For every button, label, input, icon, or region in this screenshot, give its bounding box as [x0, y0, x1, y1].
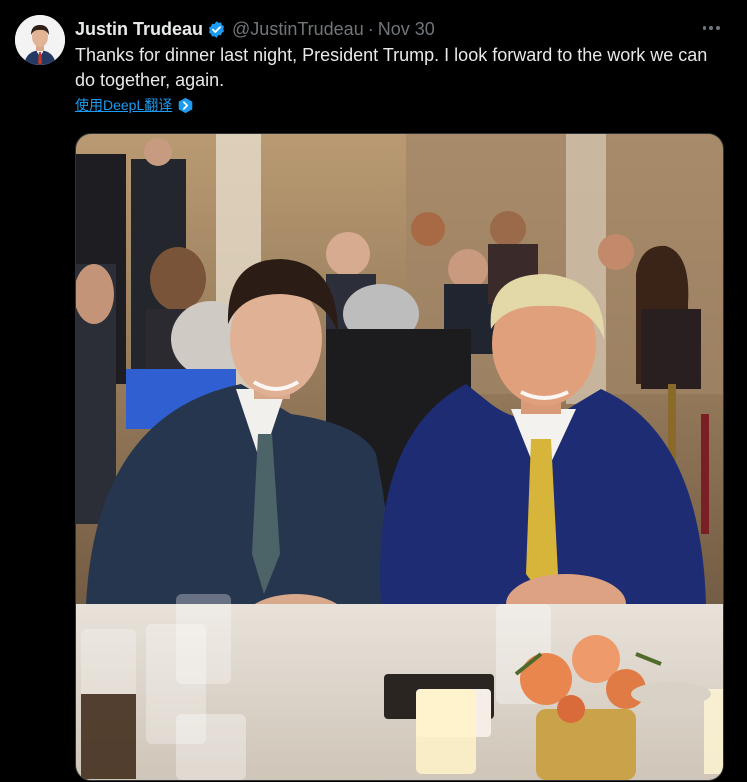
dinner-photo-image: [76, 134, 723, 780]
tweet-text: Thanks for dinner last night, President …: [75, 45, 708, 90]
header-separator: ·: [367, 18, 374, 39]
deepl-icon[interactable]: [177, 97, 194, 114]
more-options-icon[interactable]: [701, 18, 721, 38]
tweet-header: Justin Trudeau @JustinTrudeau · Nov 30: [75, 17, 727, 41]
avatar-image: [15, 15, 65, 65]
tweet-photo[interactable]: [75, 133, 724, 781]
translate-row: 使用DeepL翻译: [75, 95, 194, 115]
author-handle[interactable]: @JustinTrudeau: [232, 19, 364, 40]
tweet-card[interactable]: Justin Trudeau @JustinTrudeau · Nov 30 T…: [0, 0, 747, 782]
avatar[interactable]: [15, 15, 65, 65]
author-name[interactable]: Justin Trudeau: [75, 19, 203, 40]
verified-badge-icon[interactable]: [207, 20, 226, 39]
tweet-date[interactable]: Nov 30: [378, 19, 435, 40]
translate-link[interactable]: 使用DeepL翻译: [75, 95, 172, 115]
